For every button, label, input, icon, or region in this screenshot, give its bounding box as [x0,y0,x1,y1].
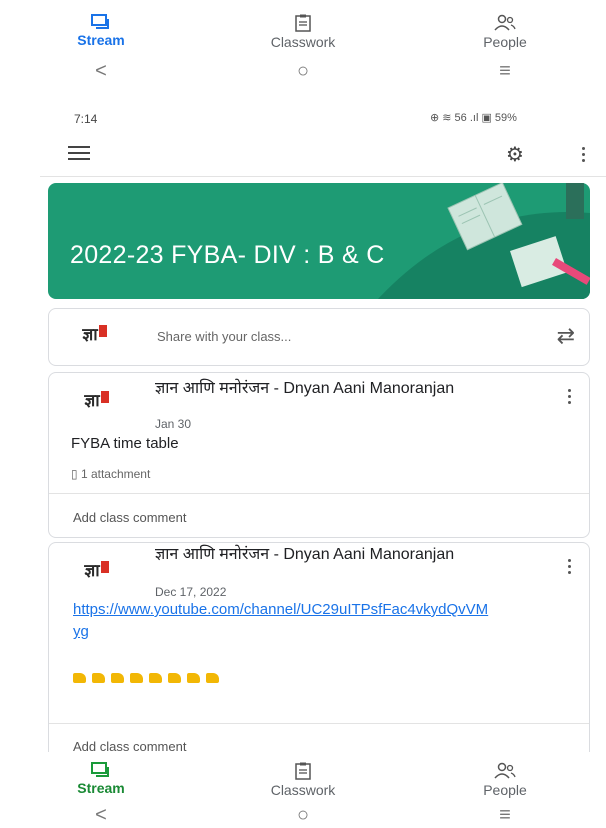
emoji [149,673,162,683]
more-vert-icon[interactable] [581,147,585,165]
attachment-count[interactable]: ▯ 1 attachment [71,467,150,481]
pointing-down-emojis [73,673,219,683]
post-more-icon[interactable] [567,389,571,407]
attachment-label: 1 attachment [80,467,151,481]
post-card[interactable]: ज्ञा ज्ञान आणि मनोरंजन - Dnyan Aani Mano… [48,542,590,774]
nav-people-label: People [483,34,527,50]
gear-icon[interactable]: ⚙ [506,142,524,167]
post-title: FYBA time table [71,435,179,452]
post-more-icon[interactable] [567,559,571,577]
recents-button[interactable]: ≡ [475,60,535,83]
nav-stream-label: Stream [77,32,125,48]
class-banner[interactable]: 2022-23 FYBA- DIV : B & C [48,183,590,299]
people-icon [494,762,516,779]
bottom-nav-bar: Stream Classwork People [0,762,606,798]
paperclip-icon: ▯ [71,467,81,481]
emoji [111,673,124,683]
emoji [187,673,200,683]
home-button[interactable]: ○ [273,804,333,827]
classwork-icon [295,14,311,32]
stream-icon [91,762,109,777]
nav-people[interactable]: People [425,762,585,798]
emoji [168,673,181,683]
nav-people[interactable]: People [425,14,585,50]
back-button[interactable]: < [71,60,131,83]
card-divider [49,723,589,724]
repost-icon[interactable]: ⇄ [557,323,575,349]
stream-icon [91,14,109,29]
system-nav-top: < ○ ≡ [0,60,606,83]
system-nav-bottom: < ○ ≡ [0,804,606,827]
author-avatar: ज्ञा [75,559,109,587]
card-divider [49,493,589,494]
people-icon [494,14,516,31]
emoji [130,673,143,683]
post-card[interactable]: ज्ञा ज्ञान आणि मनोरंजन - Dnyan Aani Mano… [48,372,590,538]
nav-classwork-label: Classwork [270,782,336,798]
nav-classwork-label: Classwork [270,34,336,50]
menu-icon[interactable] [68,146,90,160]
nav-people-label: People [483,782,527,798]
nav-stream[interactable]: Stream [21,14,181,50]
emoji [92,673,105,683]
post-date: Dec 17, 2022 [155,585,227,599]
nav-stream-label: Stream [77,780,125,796]
nav-stream[interactable]: Stream [21,762,181,798]
home-button[interactable]: ○ [273,60,333,83]
status-time: 7:14 [74,112,98,126]
youtube-link[interactable]: https://www.youtube.com/channel/UC29uITP… [73,599,493,643]
post-author: ज्ञान आणि मनोरंजन - Dnyan Aani Manoranja… [155,546,455,563]
top-nav-bar: Stream Classwork People [0,14,606,50]
nav-classwork[interactable]: Classwork [223,14,383,50]
emoji [73,673,86,683]
share-box[interactable]: ज्ञा Share with your class... ⇄ [48,308,590,366]
nav-classwork[interactable]: Classwork [223,762,383,798]
app-bar-divider [40,176,606,177]
status-indicators: ⊕ ≋ 56 .ıl ▣ 59% [430,112,517,124]
classwork-icon [295,762,311,780]
post-author: ज्ञान आणि मनोरंजन - Dnyan Aani Manoranja… [155,380,455,397]
share-placeholder: Share with your class... [157,329,292,344]
author-avatar: ज्ञा [75,389,109,417]
back-button[interactable]: < [71,804,131,827]
add-comment[interactable]: Add class comment [73,510,186,525]
post-date: Jan 30 [155,417,192,431]
banner-title: 2022-23 FYBA- DIV : B & C [70,241,385,269]
channel-logo: ज्ञा [73,323,107,351]
recents-button[interactable]: ≡ [475,804,535,827]
emoji [206,673,219,683]
